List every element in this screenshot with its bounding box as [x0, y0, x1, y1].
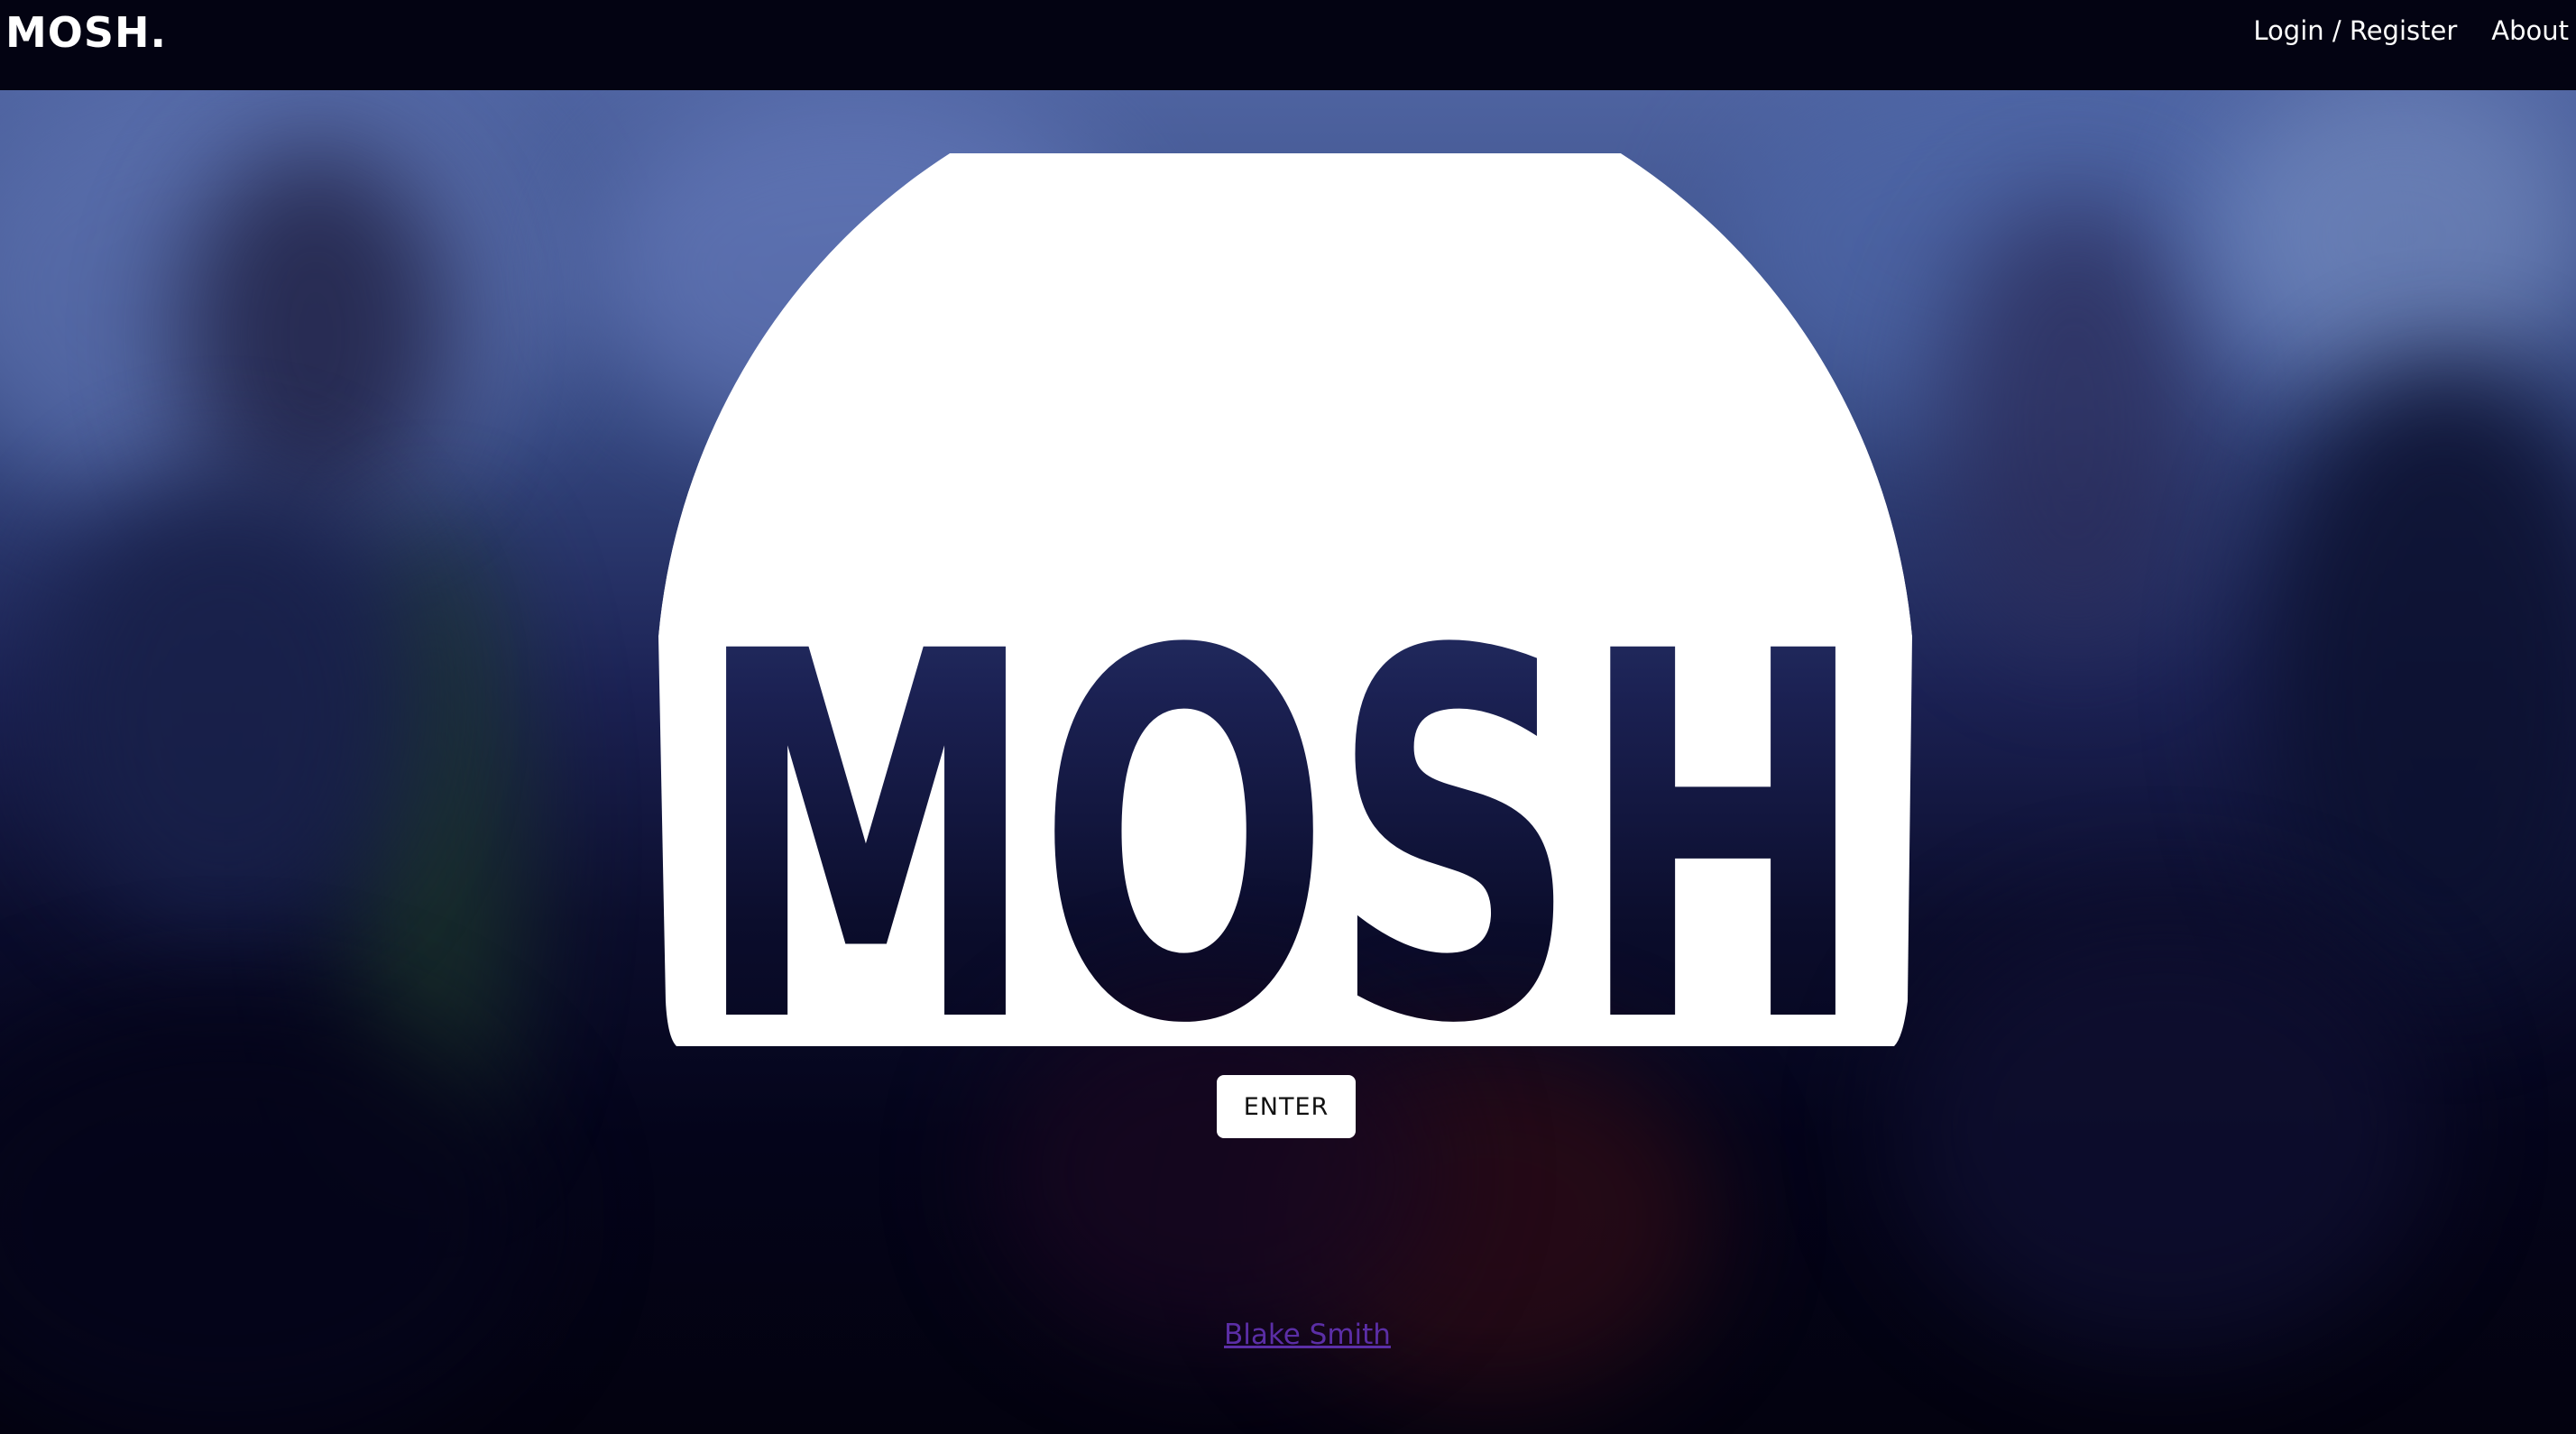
login-register-link[interactable]: Login / Register	[2253, 13, 2457, 49]
brand-logo[interactable]: MOSH.	[5, 7, 167, 58]
page: MOSH. Login / Register About ENTER Blake…	[0, 0, 2576, 1434]
credit-link[interactable]: Blake Smith	[1224, 1319, 1391, 1351]
mosh-logo: MOSH	[649, 153, 1921, 1055]
nav-links: Login / Register About	[2253, 13, 2569, 49]
about-link[interactable]: About	[2491, 13, 2569, 49]
mosh-logo-graphic: MOSH	[658, 153, 1912, 1046]
navbar: MOSH. Login / Register About	[0, 0, 2576, 90]
enter-button[interactable]: ENTER	[1217, 1075, 1356, 1138]
